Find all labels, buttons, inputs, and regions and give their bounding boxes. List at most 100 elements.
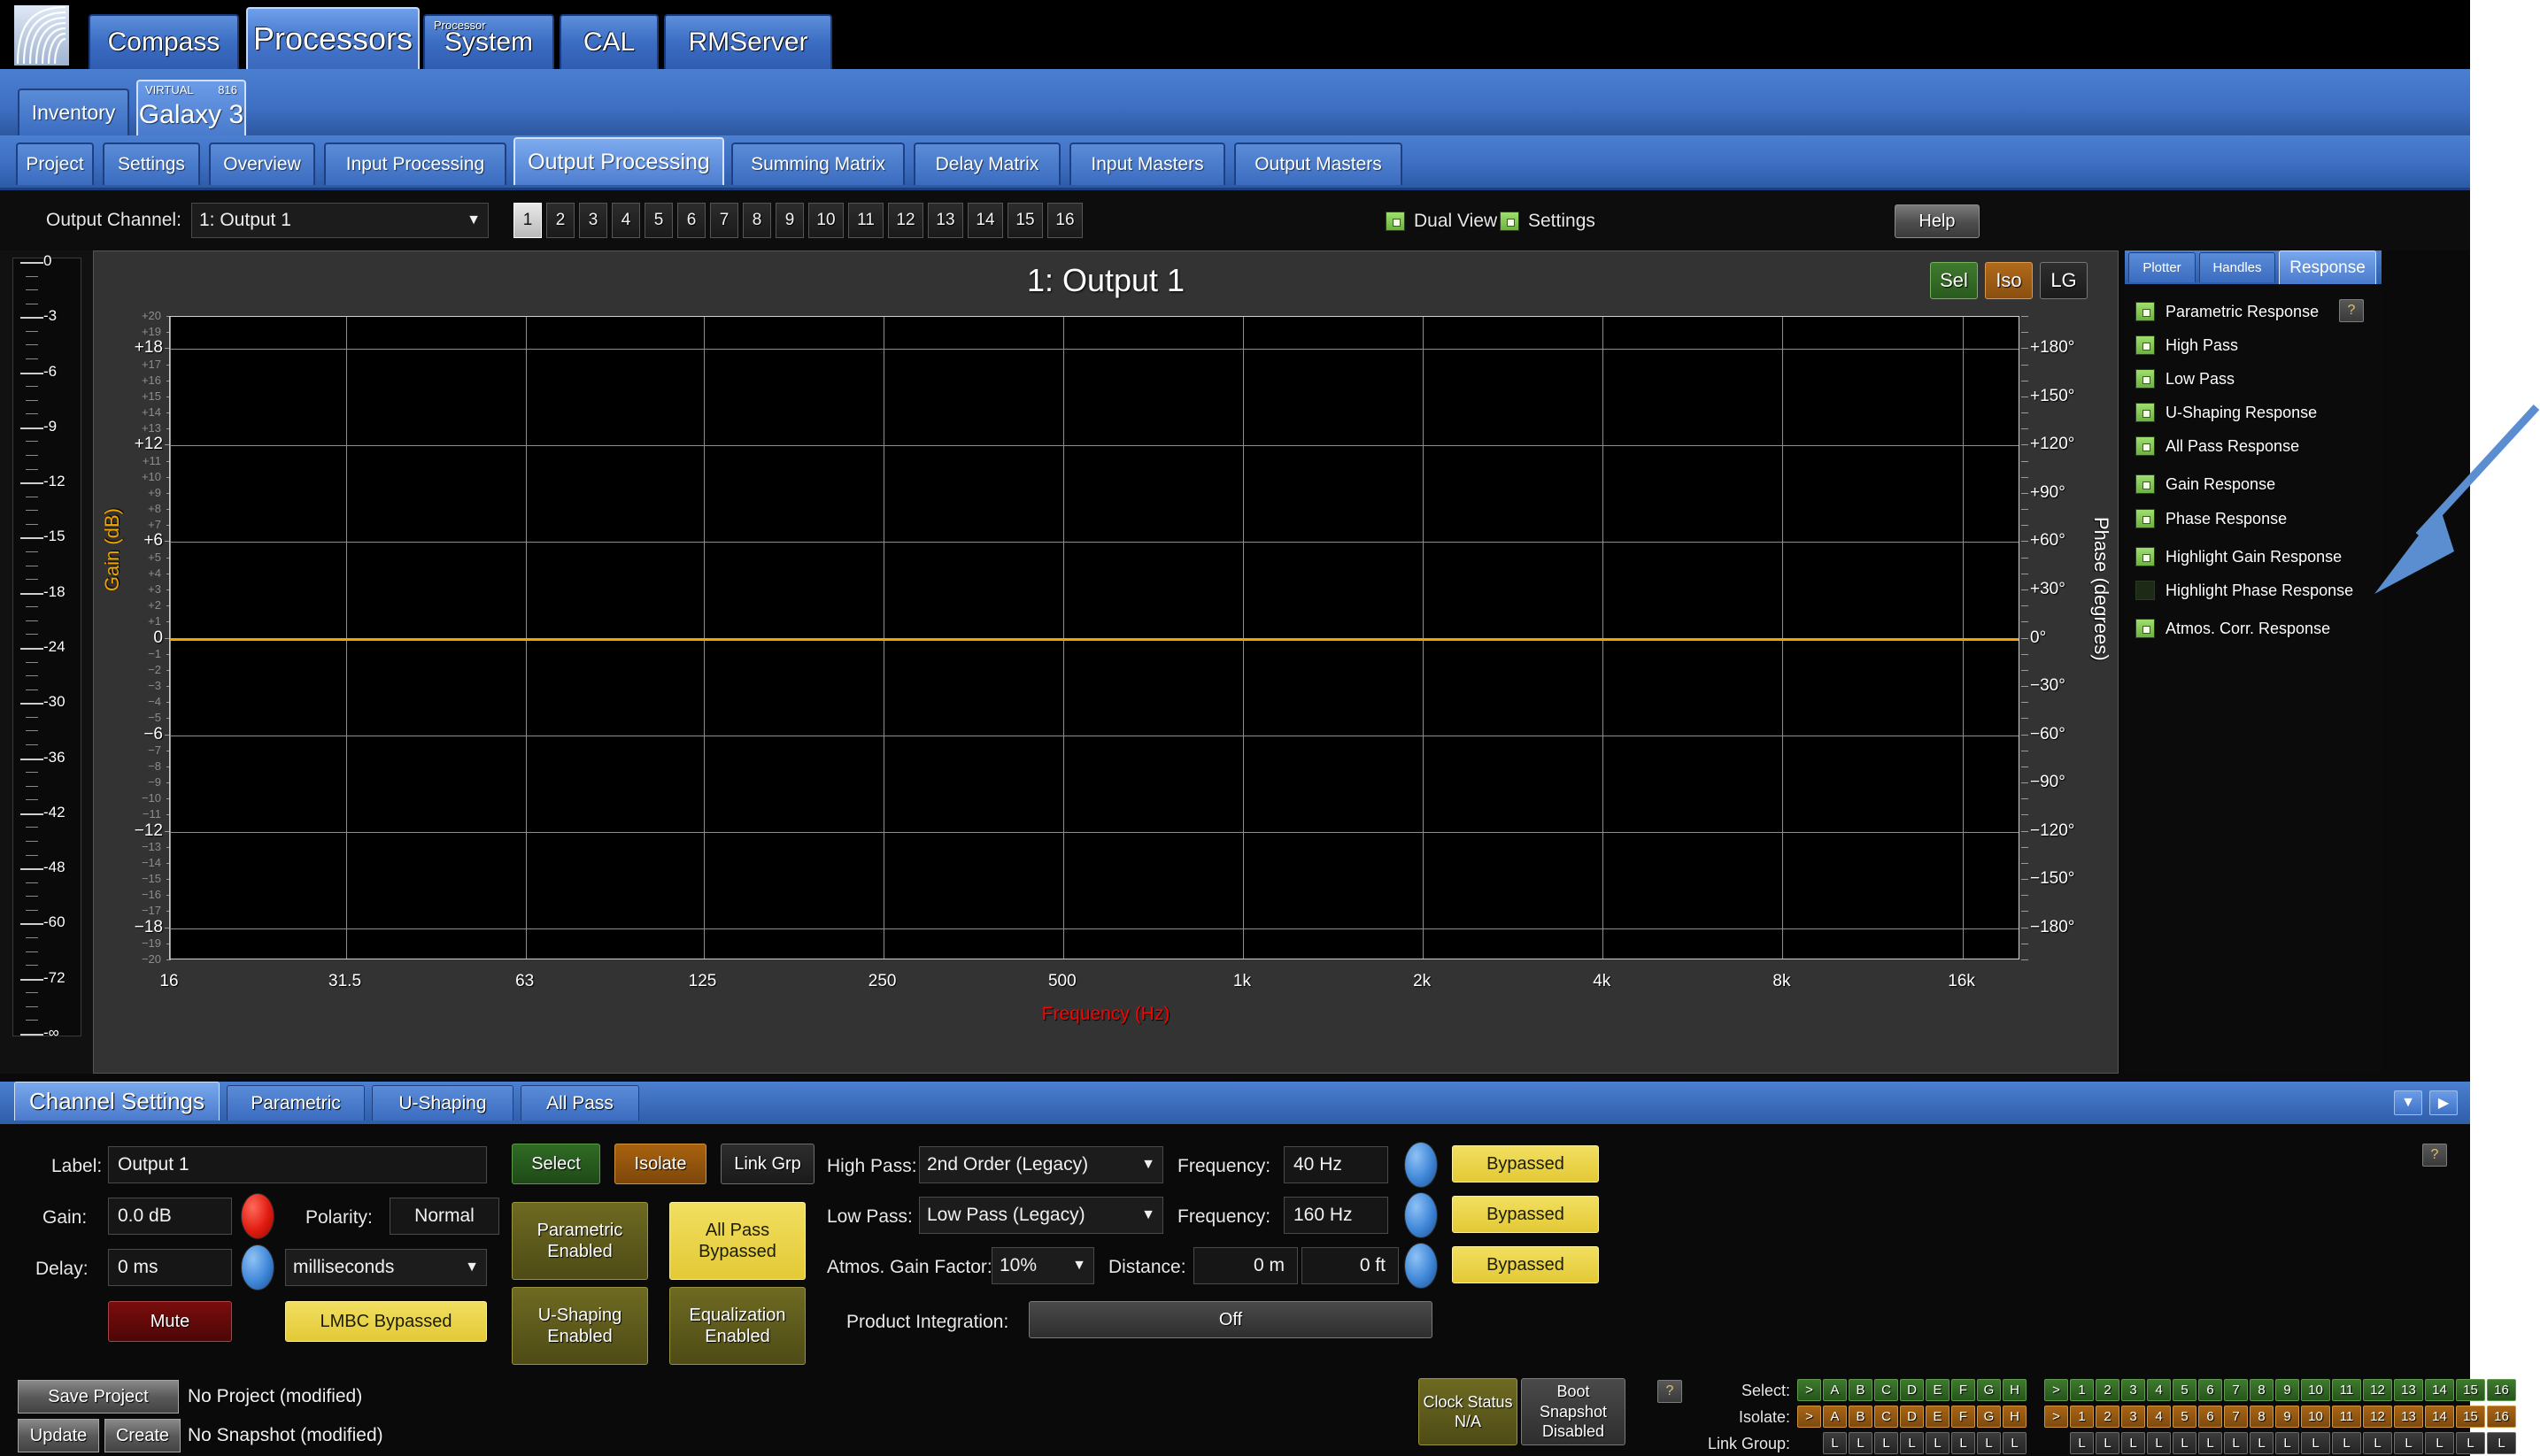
response-toggle-1[interactable]: High Pass	[2135, 335, 2238, 355]
plot-canvas[interactable]	[169, 316, 2019, 959]
isolate-group-H[interactable]: H	[2003, 1406, 2027, 1428]
channel-button-2[interactable]: 2	[546, 203, 575, 238]
select-channel-6[interactable]: 6	[2198, 1379, 2222, 1401]
channel-button-12[interactable]: 12	[888, 203, 923, 238]
channel-button-4[interactable]: 4	[612, 203, 640, 238]
low-pass-knob[interactable]	[1404, 1192, 1438, 1238]
clock-status-button[interactable]: Clock Status N/A	[1418, 1378, 1517, 1445]
parametric-enable-button[interactable]: Parametric Enabled	[512, 1202, 648, 1280]
response-help-button[interactable]: ?	[2339, 299, 2364, 322]
select-channel-11[interactable]: 11	[2332, 1379, 2361, 1401]
select-group-F[interactable]: F	[1951, 1379, 1975, 1401]
main-tab-system[interactable]: Processor System	[423, 14, 554, 69]
link-group-D[interactable]: L	[1900, 1432, 1924, 1454]
link-group-button[interactable]: Link Grp	[721, 1144, 814, 1184]
delay-unit-select[interactable]: milliseconds ▼	[285, 1249, 487, 1286]
dual-view-checkbox[interactable]	[1386, 212, 1405, 231]
isolate-group-F[interactable]: F	[1951, 1406, 1975, 1428]
channel-button-8[interactable]: 8	[743, 203, 771, 238]
equalization-enable-button[interactable]: Equalization Enabled	[669, 1287, 806, 1365]
response-toggle-4[interactable]: All Pass Response	[2135, 436, 2299, 456]
page-tab-input-processing[interactable]: Input Processing	[324, 143, 506, 185]
isolate-group-E[interactable]: E	[1926, 1406, 1949, 1428]
response-checkbox[interactable]	[2135, 547, 2155, 566]
tab-parametric[interactable]: Parametric	[227, 1085, 365, 1121]
page-tab-project[interactable]: Project	[16, 143, 94, 185]
isolate-button[interactable]: Isolate	[614, 1144, 706, 1184]
main-tab-cal[interactable]: CAL	[560, 14, 659, 69]
select-group-C[interactable]: C	[1874, 1379, 1898, 1401]
select-button[interactable]: Select	[512, 1144, 600, 1184]
select-channel-12[interactable]: 12	[2363, 1379, 2392, 1401]
select-group-E[interactable]: E	[1926, 1379, 1949, 1401]
link-channel-16[interactable]: L	[2487, 1432, 2516, 1454]
page-tab-input-masters[interactable]: Input Masters	[1069, 143, 1225, 185]
response-toggle-2[interactable]: Low Pass	[2135, 369, 2235, 389]
output-channel-select[interactable]: 1: Output 1 ▼	[191, 203, 489, 238]
u-shaping-enable-button[interactable]: U-Shaping Enabled	[512, 1287, 648, 1365]
select-channel-15[interactable]: 15	[2456, 1379, 2485, 1401]
response-toggle-8[interactable]: Highlight Phase Response	[2135, 581, 2353, 600]
delay-knob[interactable]	[241, 1244, 274, 1290]
link-channel-11[interactable]: L	[2332, 1432, 2361, 1454]
link-channel-13[interactable]: L	[2394, 1432, 2423, 1454]
link-channel-2[interactable]: L	[2096, 1432, 2119, 1454]
select-expand-channels[interactable]: >	[2044, 1379, 2068, 1401]
link-group-F[interactable]: L	[1951, 1432, 1975, 1454]
channel-button-3[interactable]: 3	[579, 203, 607, 238]
isolate-channel-12[interactable]: 12	[2363, 1406, 2392, 1428]
response-toggle-7[interactable]: Highlight Gain Response	[2135, 547, 2342, 566]
link-group-B[interactable]: L	[1849, 1432, 1872, 1454]
link-group-C[interactable]: L	[1874, 1432, 1898, 1454]
link-group-H[interactable]: L	[2003, 1432, 2027, 1454]
settings-checkbox[interactable]	[1500, 212, 1519, 231]
plot-isolate-button[interactable]: Iso	[1985, 262, 2033, 299]
channel-settings-help-button[interactable]: ?	[2422, 1144, 2447, 1167]
panel-collapse-button[interactable]: ▼	[2394, 1090, 2422, 1115]
select-group-G[interactable]: G	[1977, 1379, 2001, 1401]
product-integration-button[interactable]: Off	[1029, 1301, 1432, 1338]
isolate-channel-15[interactable]: 15	[2456, 1406, 2485, 1428]
select-channel-3[interactable]: 3	[2121, 1379, 2145, 1401]
select-group-D[interactable]: D	[1900, 1379, 1924, 1401]
tab-plotter[interactable]: Plotter	[2128, 252, 2196, 282]
distance-feet-input[interactable]: 0 ft	[1301, 1247, 1399, 1284]
tab-response[interactable]: Response	[2279, 250, 2376, 284]
channel-button-9[interactable]: 9	[776, 203, 804, 238]
response-toggle-3[interactable]: U-Shaping Response	[2135, 403, 2317, 422]
link-channel-12[interactable]: L	[2363, 1432, 2392, 1454]
isolate-channel-16[interactable]: 16	[2487, 1406, 2516, 1428]
low-pass-bypass-button[interactable]: Bypassed	[1452, 1196, 1599, 1233]
isolate-channel-1[interactable]: 1	[2070, 1406, 2094, 1428]
response-checkbox[interactable]	[2135, 581, 2155, 600]
high-pass-frequency-input[interactable]: 40 Hz	[1284, 1146, 1388, 1183]
distance-meters-input[interactable]: 0 m	[1193, 1247, 1298, 1284]
low-pass-type-select[interactable]: Low Pass (Legacy) ▼	[919, 1197, 1163, 1234]
link-channel-3[interactable]: L	[2121, 1432, 2145, 1454]
select-channel-14[interactable]: 14	[2425, 1379, 2454, 1401]
tab-handles[interactable]: Handles	[2199, 252, 2275, 282]
panel-next-button[interactable]: ▶	[2429, 1090, 2458, 1115]
help-button[interactable]: Help	[1895, 204, 1980, 238]
link-channel-15[interactable]: L	[2456, 1432, 2485, 1454]
plot-link-group-button[interactable]: LG	[2040, 262, 2088, 299]
channel-button-16[interactable]: 16	[1047, 203, 1083, 238]
response-checkbox[interactable]	[2135, 403, 2155, 422]
response-checkbox[interactable]	[2135, 474, 2155, 494]
link-channel-9[interactable]: L	[2275, 1432, 2299, 1454]
polarity-button[interactable]: Normal	[390, 1198, 499, 1235]
select-channel-2[interactable]: 2	[2096, 1379, 2119, 1401]
channel-button-6[interactable]: 6	[677, 203, 706, 238]
link-channel-5[interactable]: L	[2173, 1432, 2196, 1454]
isolate-channel-14[interactable]: 14	[2425, 1406, 2454, 1428]
isolate-channel-8[interactable]: 8	[2250, 1406, 2274, 1428]
select-group-A[interactable]: A	[1823, 1379, 1847, 1401]
isolate-channel-10[interactable]: 10	[2301, 1406, 2330, 1428]
all-pass-bypass-button[interactable]: All Pass Bypassed	[669, 1202, 806, 1280]
isolate-channel-11[interactable]: 11	[2332, 1406, 2361, 1428]
low-pass-frequency-input[interactable]: 160 Hz	[1284, 1197, 1388, 1234]
channel-button-5[interactable]: 5	[645, 203, 673, 238]
response-toggle-5[interactable]: Gain Response	[2135, 474, 2275, 494]
link-channel-10[interactable]: L	[2301, 1432, 2330, 1454]
mute-button[interactable]: Mute	[108, 1301, 232, 1342]
